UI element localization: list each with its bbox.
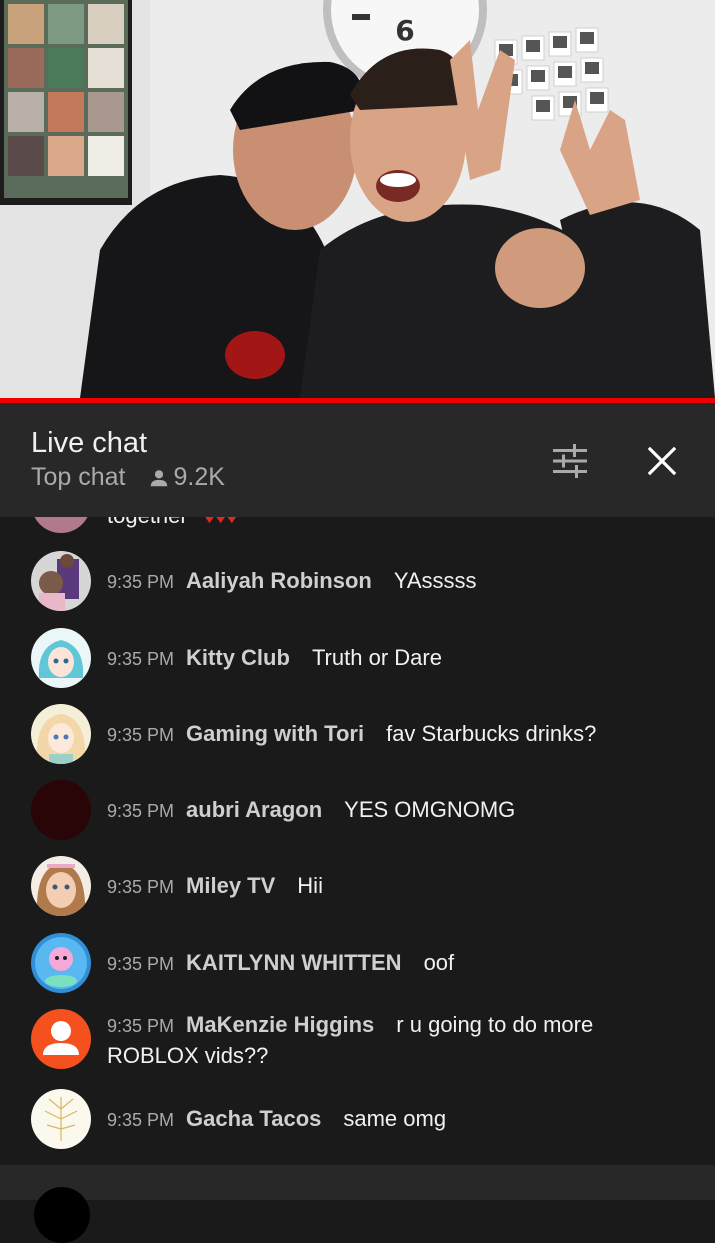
chat-input-bar[interactable]	[0, 1165, 715, 1243]
chat-mode-row: Top chat 9.2K	[31, 463, 225, 492]
avatar	[31, 856, 91, 916]
avatar	[31, 628, 91, 688]
message-text: fav Starbucks drinks?	[386, 721, 597, 746]
chat-mode-label[interactable]: Top chat	[31, 463, 126, 492]
message-time: 9:35 PM	[107, 1110, 175, 1130]
chat-message: 9:35 PM Aaliyah Robinson YAsssss	[0, 551, 715, 615]
message-time: 9:35 PM	[107, 801, 175, 821]
message-time: 9:35 PM	[107, 649, 175, 669]
message-author[interactable]: Gaming with Tori	[186, 721, 364, 746]
chat-message: 9:35 PM KAITLYNN WHITTEN oof	[0, 933, 715, 997]
message-time: 9:35 PM	[107, 725, 175, 745]
live-chat-header: Live chat Top chat 9.2K	[0, 403, 715, 517]
message-author[interactable]: aubri Aragon	[186, 797, 322, 822]
chat-message: 9:35 PM MaKenzie Higgins r u going to do m…	[0, 1009, 715, 1081]
chat-message: 9:35 PM Gaming with Tori fav Starbucks dri…	[0, 704, 715, 768]
message-text: Hii	[297, 873, 323, 898]
close-icon[interactable]	[640, 439, 684, 483]
my-avatar	[34, 1187, 90, 1243]
live-chat-title: Live chat	[31, 427, 148, 459]
message-text: YAsssss	[393, 568, 477, 593]
person-icon	[150, 469, 167, 486]
viewer-count-value: 9.2K	[173, 463, 225, 491]
message-time: 9:35 PM	[107, 877, 175, 897]
chat-message: 9:35 PM Gacha Tacos same omg	[0, 1089, 715, 1153]
message-author[interactable]: Miley TV	[186, 873, 275, 898]
message-author[interactable]: Aaliyah Robinson	[186, 568, 372, 593]
chat-message: 9:35 PM Kitty Club Truth or Dare	[0, 628, 715, 692]
message-author[interactable]: Kitty Club	[186, 645, 290, 670]
chat-message: 9:35 PM Miley TV Hii	[0, 856, 715, 920]
message-time: 9:35 PM	[107, 1016, 175, 1036]
heart-emoji: ♦♦♦	[204, 517, 238, 528]
message-author[interactable]: MaKenzie Higgins	[186, 1012, 374, 1037]
chat-message-partial: together ♦♦♦	[0, 517, 715, 533]
svg-text:6: 6	[395, 14, 414, 47]
avatar	[31, 1089, 91, 1149]
viewer-count: 9.2K	[148, 463, 225, 492]
message-author[interactable]: KAITLYNN WHITTEN	[186, 950, 402, 975]
message-author[interactable]: Gacha Tacos	[186, 1106, 321, 1131]
message-time: 9:35 PM	[107, 572, 175, 592]
message-text: Truth or Dare	[311, 645, 442, 670]
avatar	[31, 780, 91, 840]
message-time: 9:35 PM	[107, 954, 175, 974]
avatar	[31, 933, 91, 993]
video-frame: 6	[0, 0, 715, 398]
video-player[interactable]: 6	[0, 0, 715, 398]
tune-sliders-icon[interactable]	[548, 439, 592, 483]
avatar	[31, 704, 91, 764]
default-avatar-icon	[31, 1009, 91, 1069]
wall-poster	[0, 0, 132, 205]
message-text: same omg	[343, 1106, 447, 1131]
chat-list[interactable]: together ♦♦♦ 9:35 PM Aaliyah Robinson YAss…	[0, 517, 715, 1165]
avatar	[31, 517, 91, 533]
avatar	[31, 551, 91, 611]
message-text: oof	[423, 950, 455, 975]
chat-message: 9:35 PM aubri Aragon YES OMGNOMG	[0, 780, 715, 844]
message-text: YES OMGNOMG	[344, 797, 516, 822]
message-text: together	[107, 517, 188, 528]
